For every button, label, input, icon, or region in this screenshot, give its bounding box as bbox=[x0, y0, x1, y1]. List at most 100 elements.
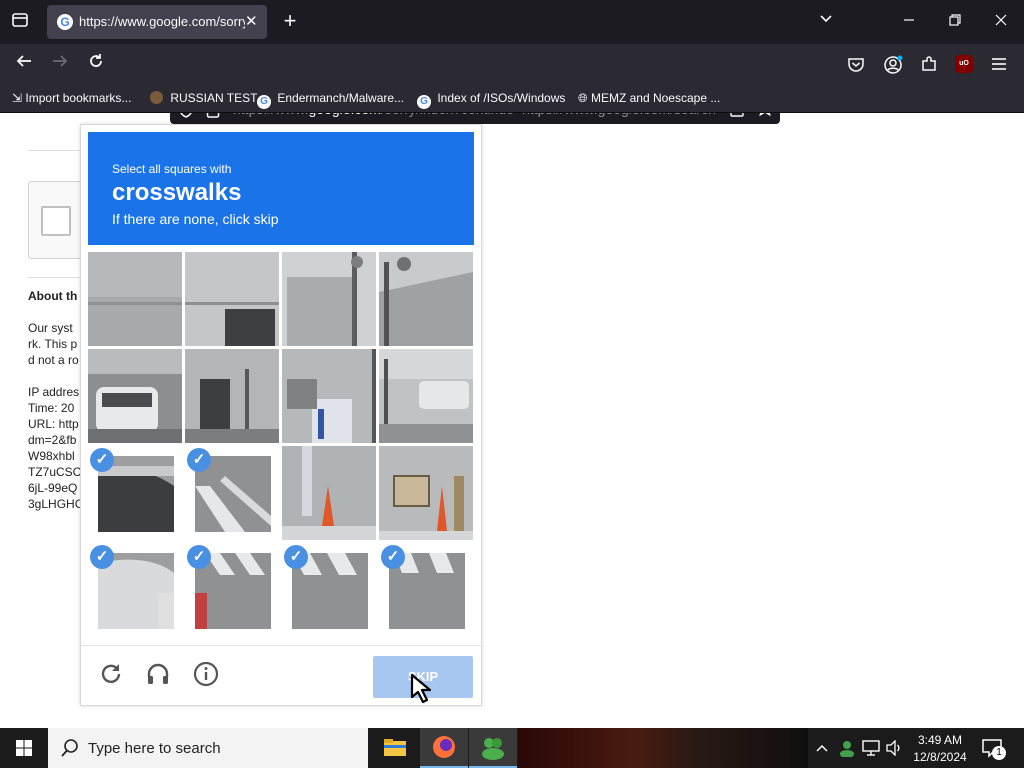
pocket-icon[interactable] bbox=[847, 56, 865, 79]
restore-icon[interactable] bbox=[943, 10, 967, 34]
info-icon[interactable] bbox=[192, 661, 220, 689]
page-divider bbox=[28, 277, 88, 278]
taskbar-app-green[interactable] bbox=[469, 728, 517, 768]
grid-tile[interactable] bbox=[282, 349, 376, 443]
page-line: dm=2&fb bbox=[28, 433, 77, 447]
grid-tile-selected[interactable]: ✓ bbox=[185, 543, 279, 637]
page-body: Our syst rk. This p d not a ro IP addres… bbox=[28, 320, 80, 512]
browser-nav-bar: https://www.google.com/sorry/index?conti… bbox=[0, 44, 1024, 124]
menu-hamburger-icon[interactable] bbox=[991, 57, 1007, 76]
reload-icon[interactable] bbox=[84, 52, 108, 76]
page-line: rk. This p bbox=[28, 337, 78, 351]
bookmark-import[interactable]: ⇲ Import bookmarks... bbox=[12, 91, 131, 105]
minimize-icon[interactable] bbox=[897, 10, 921, 34]
bookmark-label: MEMZ and Noescape ... bbox=[590, 91, 721, 105]
taskbar-search-box[interactable]: Type here to search bbox=[48, 728, 368, 768]
grid-tile[interactable] bbox=[282, 446, 376, 540]
grid-tile[interactable] bbox=[88, 252, 182, 346]
page-line: IP addres bbox=[28, 385, 80, 399]
selected-check-icon: ✓ bbox=[381, 545, 405, 569]
mouse-cursor-icon bbox=[410, 673, 438, 710]
page-line: 3gLHGHC bbox=[28, 497, 80, 511]
grid-tile[interactable] bbox=[185, 252, 279, 346]
google-favicon-icon: G bbox=[257, 95, 271, 109]
page-line: 6jL-99eQ bbox=[28, 481, 78, 495]
windows-taskbar: Type here to search 3:49 AM 12/8/2024 1 bbox=[0, 728, 1024, 768]
bookmarks-bar: ⇲ Import bookmarks... RUSSIAN TEST G End… bbox=[0, 86, 1024, 113]
show-hidden-icons-chevron-icon[interactable] bbox=[815, 741, 829, 760]
windows-start-icon[interactable] bbox=[0, 728, 48, 768]
taskbar-file-explorer[interactable] bbox=[371, 728, 419, 768]
image-grid: ✓ ✓ ✓ ✓ ✓ ✓ bbox=[88, 252, 474, 638]
bookmark-label: Endermanch/Malware... bbox=[277, 91, 405, 105]
page-line: TZ7uCSC bbox=[28, 465, 80, 479]
tab-title: https://www.google.com/sorry/index?conti… bbox=[79, 14, 245, 29]
page-line: d not a ro bbox=[28, 353, 79, 367]
close-window-icon[interactable] bbox=[989, 10, 1013, 34]
grid-tile[interactable] bbox=[379, 349, 473, 443]
extensions-icon[interactable] bbox=[920, 55, 938, 78]
page-line bbox=[28, 368, 80, 384]
instruction-sub: If there are none, click skip bbox=[112, 211, 279, 227]
ublock-origin-icon[interactable]: uO bbox=[955, 55, 973, 73]
bookmark-endermanch[interactable]: G Endermanch/Malware... bbox=[257, 91, 404, 109]
bookmark-label: Import bookmarks... bbox=[25, 91, 132, 105]
audio-challenge-icon[interactable] bbox=[144, 661, 172, 689]
user-tray-icon[interactable] bbox=[838, 739, 856, 762]
search-placeholder: Type here to search bbox=[88, 740, 221, 757]
page-line: W98xhbl bbox=[28, 449, 75, 463]
google-favicon-icon: G bbox=[417, 95, 431, 109]
grid-tile-selected[interactable]: ✓ bbox=[185, 446, 279, 540]
grid-tile-selected[interactable]: ✓ bbox=[379, 543, 473, 637]
new-tab-icon[interactable]: + bbox=[278, 10, 302, 35]
target-object: crosswalks bbox=[112, 179, 242, 206]
page-line: Our syst bbox=[28, 321, 73, 335]
page-divider bbox=[28, 150, 88, 151]
grid-tile[interactable] bbox=[379, 252, 473, 346]
challenge-header: Select all squares with crosswalks If th… bbox=[88, 132, 474, 245]
notification-badge: 1 bbox=[992, 746, 1006, 760]
bookmark-memz[interactable]: 🌐︎ MEMZ and Noescape ... bbox=[578, 91, 720, 106]
selected-check-icon: ✓ bbox=[90, 545, 114, 569]
github-icon bbox=[150, 91, 163, 104]
grid-tile[interactable] bbox=[282, 252, 376, 346]
clock-time: 3:49 AM bbox=[917, 733, 963, 747]
forward-arrow-icon[interactable] bbox=[48, 52, 72, 76]
account-icon[interactable] bbox=[883, 55, 903, 80]
page-heading: About th bbox=[28, 289, 78, 303]
close-tab-icon[interactable]: ✕ bbox=[245, 12, 258, 30]
reload-challenge-icon[interactable] bbox=[97, 661, 125, 689]
globe-icon: 🌐︎ bbox=[578, 91, 588, 105]
page-line: URL: http bbox=[28, 417, 79, 431]
back-arrow-icon[interactable] bbox=[12, 52, 36, 76]
grid-tile[interactable] bbox=[379, 446, 473, 540]
list-tabs-chevron-icon[interactable] bbox=[814, 10, 838, 34]
grid-tile-selected[interactable]: ✓ bbox=[282, 543, 376, 637]
recaptcha-checkbox[interactable] bbox=[41, 206, 71, 236]
active-tab[interactable]: G https://www.google.com/sorry/index?con… bbox=[47, 5, 267, 39]
tab-overview-icon[interactable] bbox=[8, 11, 32, 35]
volume-icon[interactable] bbox=[885, 739, 903, 761]
search-icon bbox=[60, 738, 80, 763]
bookmark-index-isos[interactable]: G Index of /ISOs/Windows bbox=[417, 91, 565, 109]
bookmark-russian-test[interactable]: RUSSIAN TEST bbox=[150, 91, 257, 105]
google-favicon-icon: G bbox=[57, 14, 73, 30]
selected-check-icon: ✓ bbox=[187, 545, 211, 569]
selected-check-icon: ✓ bbox=[90, 448, 114, 472]
page-line: Time: 20 bbox=[28, 401, 75, 415]
action-center-button[interactable]: 1 bbox=[980, 736, 1006, 760]
grid-tile[interactable] bbox=[88, 349, 182, 443]
selected-check-icon: ✓ bbox=[284, 545, 308, 569]
grid-tile-selected[interactable]: ✓ bbox=[88, 446, 182, 540]
clock[interactable]: 3:49 AM 12/8/2024 bbox=[908, 731, 972, 767]
bookmark-label: RUSSIAN TEST bbox=[170, 91, 258, 105]
network-icon[interactable] bbox=[862, 740, 880, 761]
taskbar-background-image bbox=[518, 728, 808, 768]
bookmark-label: Index of /ISOs/Windows bbox=[437, 91, 566, 105]
taskbar-firefox[interactable] bbox=[420, 728, 468, 768]
browser-tab-bar: G https://www.google.com/sorry/index?con… bbox=[0, 0, 1024, 44]
recaptcha-challenge: Select all squares with crosswalks If th… bbox=[80, 124, 482, 706]
grid-tile-selected[interactable]: ✓ bbox=[88, 543, 182, 637]
instruction-small: Select all squares with bbox=[112, 162, 232, 176]
grid-tile[interactable] bbox=[185, 349, 279, 443]
